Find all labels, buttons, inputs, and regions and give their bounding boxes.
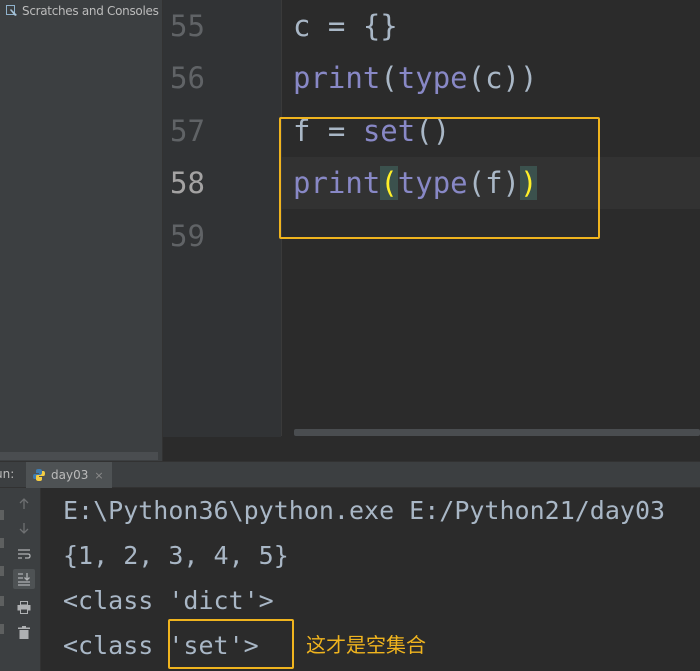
sidebar-horizontal-scrollbar[interactable] <box>0 451 162 461</box>
trash-icon[interactable] <box>13 622 35 642</box>
run-panel-header: un: day03 × <box>0 461 700 488</box>
toolbar-edge-marker <box>0 566 4 576</box>
line-number: 55 <box>170 9 205 43</box>
console-line: E:\Python36\python.exe E:/Python21/day03 <box>63 496 666 525</box>
code-line[interactable]: c = {} <box>293 0 398 52</box>
run-toolbar <box>0 488 41 671</box>
line-number: 56 <box>170 61 205 95</box>
toolbar-edge-marker <box>0 538 4 548</box>
arrow-down-icon[interactable] <box>13 518 35 538</box>
code-line[interactable]: print(type(c)) <box>293 52 537 104</box>
toolbar-edge-marker <box>0 510 4 520</box>
editor-bottom-area <box>163 437 700 461</box>
run-label: un: <box>0 467 15 481</box>
annotation-box-code <box>279 117 600 239</box>
run-tab-label: day03 <box>51 468 89 482</box>
code-text: c = {} <box>293 9 398 43</box>
scratches-icon <box>6 5 17 16</box>
scratches-node[interactable]: Scratches and Consoles <box>6 3 159 19</box>
line-number: 59 <box>170 219 205 253</box>
soft-wrap-icon[interactable] <box>13 544 35 564</box>
builtin-print: print <box>293 61 381 95</box>
console-line: <class 'dict'> <box>63 586 274 615</box>
annotation-text: 这才是空集合 <box>306 633 426 657</box>
console-line: {1, 2, 3, 4, 5} <box>63 541 289 570</box>
line-number-current: 58 <box>170 166 205 200</box>
editor-horizontal-scrollbar[interactable] <box>282 427 700 437</box>
sidebar-scroll-thumb[interactable] <box>0 452 158 460</box>
builtin-type: type <box>397 61 468 95</box>
code-text: (c)) <box>467 61 538 95</box>
toolbar-edge-marker <box>0 596 4 606</box>
editor-scroll-thumb[interactable] <box>294 429 700 436</box>
print-icon[interactable] <box>13 597 35 617</box>
ide-window: Scratches and Consoles 55 56 57 58 59 c … <box>0 0 700 671</box>
line-number: 57 <box>170 114 205 148</box>
toolbar-edge-marker <box>0 624 4 634</box>
code-text: ( <box>380 61 398 95</box>
run-tab-day03[interactable]: day03 × <box>26 462 112 488</box>
arrow-up-icon[interactable] <box>13 494 35 514</box>
scroll-to-end-icon[interactable] <box>13 569 35 589</box>
scratches-label: Scratches and Consoles <box>22 4 159 18</box>
python-icon <box>33 469 45 481</box>
project-sidebar: Scratches and Consoles <box>0 0 163 461</box>
close-icon[interactable]: × <box>94 469 103 482</box>
annotation-box-output <box>168 619 294 669</box>
